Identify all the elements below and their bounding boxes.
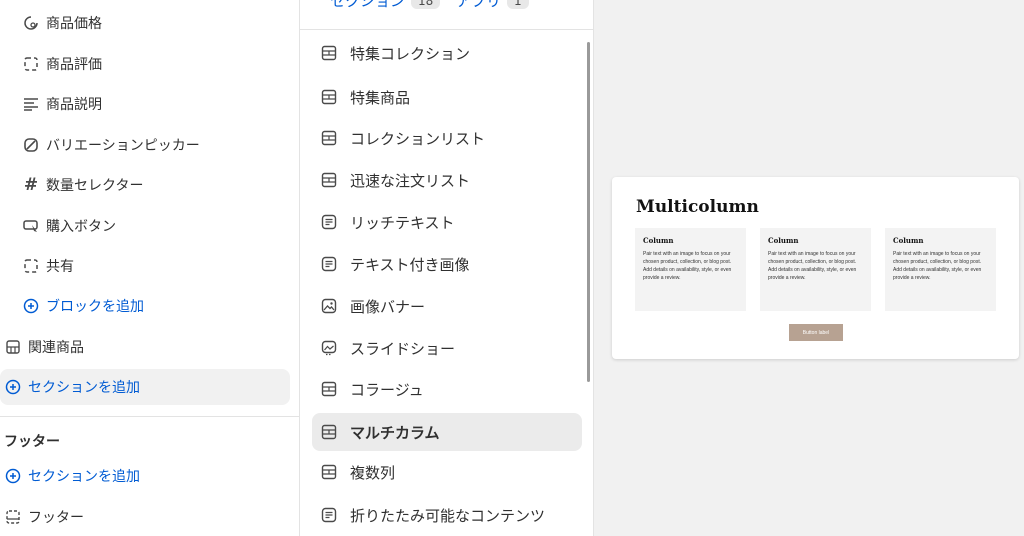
- column-heading: Column: [643, 236, 674, 245]
- section-option[interactable]: 特集商品: [312, 78, 582, 116]
- section-option[interactable]: 特集コレクション: [312, 34, 582, 72]
- tab-label: アプリ: [456, 0, 502, 10]
- tab-apps[interactable]: アプリ 1: [456, 0, 529, 11]
- block-label: 共有: [46, 259, 74, 275]
- text-block-icon: [320, 255, 338, 273]
- preview-button: Button label: [789, 324, 843, 341]
- add-section-button[interactable]: セクションを追加: [0, 369, 290, 405]
- section-option-label: コラージュ: [350, 380, 424, 399]
- preview-title: Multicolumn: [636, 197, 759, 217]
- layout-icon: [320, 380, 338, 398]
- section-option-label: マルチカラム: [350, 423, 440, 442]
- layout-icon: [320, 44, 338, 62]
- layout-icon: [320, 171, 338, 189]
- text-block-icon: [320, 213, 338, 231]
- section-label: 関連商品: [28, 340, 84, 356]
- layout-icon: [320, 129, 338, 147]
- section-option-label: 特集コレクション: [350, 44, 471, 63]
- column-body: Pair text with an image to focus on your…: [893, 251, 982, 281]
- section-preview-card: Multicolumn Column Pair text with an ima…: [612, 177, 1019, 359]
- variant-picker-icon: [22, 136, 40, 154]
- tab-sections[interactable]: セクション 18: [330, 0, 441, 11]
- section-option[interactable]: テキスト付き画像: [312, 245, 582, 283]
- hash-icon: #: [23, 175, 39, 195]
- layout-icon: [320, 463, 338, 481]
- section-picker: セクション 18 アプリ 1 特集コレクション 特集商品コレクションリスト 迅速な注…: [300, 0, 594, 536]
- section-option-label: コレクションリスト: [350, 129, 486, 148]
- block-quantity-selector[interactable]: # 数量セレクター: [22, 167, 144, 203]
- block-product-description[interactable]: 商品説明: [22, 86, 102, 122]
- section-footer[interactable]: フッター: [4, 499, 84, 535]
- footer-add-section-button[interactable]: セクションを追加: [4, 458, 140, 494]
- tab-count-badge: 18: [411, 0, 441, 9]
- plus-circle-icon: [4, 467, 22, 485]
- editor-sidebar: 商品価格 商品評価 商品説明 バリエーションピッカー # 数量セレクター 購入ボ…: [0, 0, 300, 536]
- plus-circle-icon: [4, 378, 22, 396]
- block-product-rating[interactable]: 商品評価: [22, 46, 102, 82]
- text-lines-icon: [22, 95, 40, 113]
- block-buy-buttons[interactable]: 購入ボタン: [22, 208, 116, 244]
- text-block-icon: [320, 506, 338, 524]
- section-label: フッター: [28, 510, 84, 526]
- column-body: Pair text with an image to focus on your…: [643, 251, 732, 281]
- slideshow-icon: [320, 339, 338, 357]
- block-product-price[interactable]: 商品価格: [22, 5, 102, 41]
- layout-icon: [4, 338, 22, 356]
- picker-tabs: セクション 18 アプリ 1: [300, 0, 593, 30]
- section-option[interactable]: 複数列: [312, 453, 582, 491]
- block-label: 購入ボタン: [46, 219, 116, 235]
- section-option[interactable]: リッチテキスト: [312, 203, 582, 241]
- preview-column: Column Pair text with an image to focus …: [635, 228, 746, 311]
- tab-count-badge: 1: [507, 0, 529, 9]
- section-related-products[interactable]: 関連商品: [4, 329, 84, 365]
- layout-icon: [320, 423, 338, 441]
- block-label: 商品価格: [46, 16, 102, 32]
- preview-column: Column Pair text with an image to focus …: [885, 228, 996, 311]
- preview-column: Column Pair text with an image to focus …: [760, 228, 871, 311]
- dashed-square-icon: [22, 55, 40, 73]
- add-block-label: ブロックを追加: [46, 299, 144, 315]
- scrollbar[interactable]: [587, 42, 590, 382]
- block-label: 商品説明: [46, 97, 102, 113]
- column-body: Pair text with an image to focus on your…: [768, 251, 857, 281]
- section-option[interactable]: 画像バナー: [312, 287, 582, 325]
- dashed-square-icon: [22, 257, 40, 275]
- column-heading: Column: [893, 236, 924, 245]
- footer-icon: [4, 508, 22, 526]
- image-icon: [320, 297, 338, 315]
- column-heading: Column: [768, 236, 799, 245]
- layout-icon: [320, 88, 338, 106]
- section-option[interactable]: スライドショー: [312, 329, 582, 367]
- section-option-label: 画像バナー: [350, 297, 426, 316]
- tab-label: セクション: [330, 0, 406, 10]
- section-option-label: 折りたたみ可能なコンテンツ: [350, 506, 546, 525]
- block-share[interactable]: 共有: [22, 248, 74, 284]
- block-label: 商品評価: [46, 57, 102, 73]
- price-tag-icon: [22, 14, 40, 32]
- add-section-label: セクションを追加: [28, 380, 140, 396]
- add-block-button[interactable]: ブロックを追加: [22, 288, 144, 324]
- section-option[interactable]: 折りたたみ可能なコンテンツ: [312, 496, 582, 534]
- section-option-label: 迅速な注文リスト: [350, 171, 471, 190]
- section-option-label: リッチテキスト: [350, 213, 455, 232]
- block-variant-picker[interactable]: バリエーションピッカー: [22, 127, 200, 163]
- section-option-label: テキスト付き画像: [350, 255, 470, 274]
- footer-group-heading: フッター: [4, 423, 60, 459]
- section-option-label: スライドショー: [350, 339, 456, 358]
- footer-add-section-label: セクションを追加: [28, 469, 140, 485]
- plus-circle-icon: [22, 297, 40, 315]
- block-label: バリエーションピッカー: [46, 138, 200, 154]
- divider: [0, 416, 299, 417]
- section-option[interactable]: マルチカラム: [312, 413, 582, 451]
- section-option-label: 特集商品: [350, 88, 411, 107]
- buy-button-icon: [22, 217, 40, 235]
- section-option[interactable]: コレクションリスト: [312, 119, 582, 157]
- section-option-label: 複数列: [350, 463, 396, 482]
- block-label: 数量セレクター: [46, 178, 144, 194]
- footer-heading-label: フッター: [4, 434, 60, 450]
- section-option[interactable]: コラージュ: [312, 370, 582, 408]
- section-option[interactable]: 迅速な注文リスト: [312, 161, 582, 199]
